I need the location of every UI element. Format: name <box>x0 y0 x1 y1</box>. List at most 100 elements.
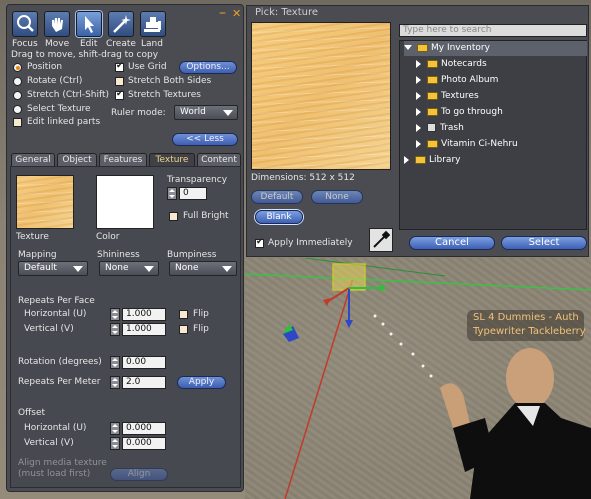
ruler-mode-select[interactable]: World <box>174 105 238 120</box>
chevron-down-icon <box>73 266 83 272</box>
tree-item-library[interactable]: Library <box>404 153 460 168</box>
default-button[interactable]: Default <box>251 190 303 204</box>
transparency-label: Transparency <box>167 175 228 185</box>
folder-icon <box>427 139 438 148</box>
folder-icon <box>427 91 438 100</box>
tab-content[interactable]: Content <box>197 153 241 166</box>
tree-item-notecards[interactable]: Notecards <box>416 57 487 72</box>
chevron-down-icon <box>222 266 232 272</box>
ruler-mode-label: Ruler mode: <box>111 108 166 118</box>
tab-object[interactable]: Object <box>57 153 97 166</box>
edit-tool-label: Edit <box>80 39 98 49</box>
tree-item-trash[interactable]: Trash <box>416 121 464 136</box>
drag-hint: Drag to move, shift-drag to copy <box>11 50 159 60</box>
align-media-label: Align media texture <box>18 458 107 468</box>
bumpiness-select[interactable]: None <box>169 261 237 276</box>
tree-item-photo-album[interactable]: Photo Album <box>416 73 498 88</box>
texture-swatch[interactable] <box>16 175 74 229</box>
flip-v-checkbox[interactable] <box>179 325 188 334</box>
transparency-spinner[interactable] <box>167 187 177 200</box>
shininess-select[interactable]: None <box>99 261 159 276</box>
edit-linked-label: Edit linked parts <box>27 117 101 127</box>
edit-linked-checkbox[interactable] <box>13 118 22 127</box>
chevron-down-icon <box>144 266 154 272</box>
full-bright-checkbox[interactable] <box>169 212 178 221</box>
less-button[interactable]: << Less <box>172 133 238 146</box>
offset-vertical-input[interactable]: 0.000 <box>122 437 166 450</box>
edit-tool-button[interactable] <box>76 11 102 37</box>
rotation-spinner[interactable] <box>110 356 120 369</box>
repeats-per-meter-spinner[interactable] <box>110 376 120 389</box>
texture-label: Texture <box>16 232 49 242</box>
stretch-radio[interactable] <box>13 91 22 100</box>
tab-features[interactable]: Features <box>99 153 147 166</box>
tab-texture[interactable]: Texture <box>149 153 195 166</box>
offset-horizontal-input[interactable]: 0.000 <box>122 422 166 435</box>
shininess-value: None <box>105 263 129 273</box>
land-tool-button[interactable] <box>140 11 166 37</box>
vertical-v-label: Vertical (V) <box>24 324 74 334</box>
stretch-textures-checkbox[interactable] <box>115 89 124 100</box>
tree-item-vitamin[interactable]: Vitamin Ci-Nehru <box>416 137 518 152</box>
avatar <box>440 348 591 499</box>
flip-u-checkbox[interactable] <box>179 310 188 319</box>
mapping-value: Default <box>24 263 57 273</box>
create-tool-button[interactable] <box>108 11 134 37</box>
use-grid-checkbox[interactable] <box>115 61 124 72</box>
world-scene <box>245 258 591 499</box>
color-label: Color <box>96 232 120 242</box>
rotation-input[interactable]: 0.00 <box>122 356 166 369</box>
position-radio[interactable] <box>13 63 22 72</box>
move-tool-button[interactable] <box>44 11 70 37</box>
rotate-radio[interactable] <box>13 77 22 86</box>
trash-icon <box>427 123 436 132</box>
grid-line-green-2 <box>304 258 446 277</box>
tree-item-to-go-through[interactable]: To go through <box>416 105 503 120</box>
chevron-right-icon <box>416 91 421 100</box>
bulldozer-icon <box>144 17 161 32</box>
land-tool-label: Land <box>141 39 163 49</box>
grid-line-green <box>245 273 591 291</box>
transparency-input[interactable]: 0 <box>179 187 207 200</box>
x-axis-line <box>284 277 354 499</box>
close-icon[interactable]: ✕ <box>232 7 241 20</box>
align-button[interactable]: Align <box>110 468 168 481</box>
select-texture-radio[interactable] <box>13 105 22 114</box>
color-swatch[interactable] <box>96 175 154 229</box>
mapping-select[interactable]: Default <box>18 261 88 276</box>
offset-vertical-spinner[interactable] <box>110 437 120 450</box>
stretch-both-checkbox[interactable] <box>115 77 124 86</box>
vertical-v-spinner[interactable] <box>110 323 120 336</box>
hand-icon <box>52 18 63 32</box>
none-button[interactable]: None <box>311 190 363 204</box>
vertical-v-input[interactable]: 1.000 <box>122 323 166 336</box>
chevron-right-icon <box>416 123 421 132</box>
select-button[interactable]: Select <box>501 236 587 250</box>
repeats-per-meter-input[interactable]: 2.0 <box>122 376 166 389</box>
align-media-sublabel: (must load first) <box>18 469 91 479</box>
tree-item-my-inventory[interactable]: My Inventory <box>404 41 587 56</box>
chevron-down-icon <box>404 45 412 50</box>
horizontal-u-input[interactable]: 1.000 <box>122 308 166 321</box>
cancel-button[interactable]: Cancel <box>409 236 495 250</box>
bumpiness-label: Bumpiness <box>167 250 217 260</box>
offset-horizontal-spinner[interactable] <box>110 422 120 435</box>
tree-item-textures[interactable]: Textures <box>416 89 479 104</box>
focus-tool-label: Focus <box>12 39 38 49</box>
search-input[interactable]: Type here to search <box>399 24 587 37</box>
eyedropper-button[interactable] <box>369 228 393 252</box>
tab-general[interactable]: General <box>11 153 55 166</box>
nametag-line-1: SL 4 Dummies - Auth <box>473 312 579 323</box>
horizontal-u-spinner[interactable] <box>110 308 120 321</box>
options-button[interactable]: Options... <box>179 61 237 74</box>
horizontal-u-label: Horizontal (U) <box>24 309 87 319</box>
flip-v-label: Flip <box>193 324 209 334</box>
minimize-button[interactable]: – <box>219 5 226 21</box>
blank-button[interactable]: Blank <box>255 210 303 224</box>
focus-tool-button[interactable] <box>12 11 38 37</box>
apply-button[interactable]: Apply <box>177 376 226 389</box>
build-panel: Focus Move Edit Create Land – ✕ Drag to … <box>6 4 244 492</box>
apply-immediately-checkbox[interactable] <box>255 237 264 248</box>
stretch-both-label: Stretch Both Sides <box>128 76 212 86</box>
chevron-right-icon <box>404 155 409 164</box>
